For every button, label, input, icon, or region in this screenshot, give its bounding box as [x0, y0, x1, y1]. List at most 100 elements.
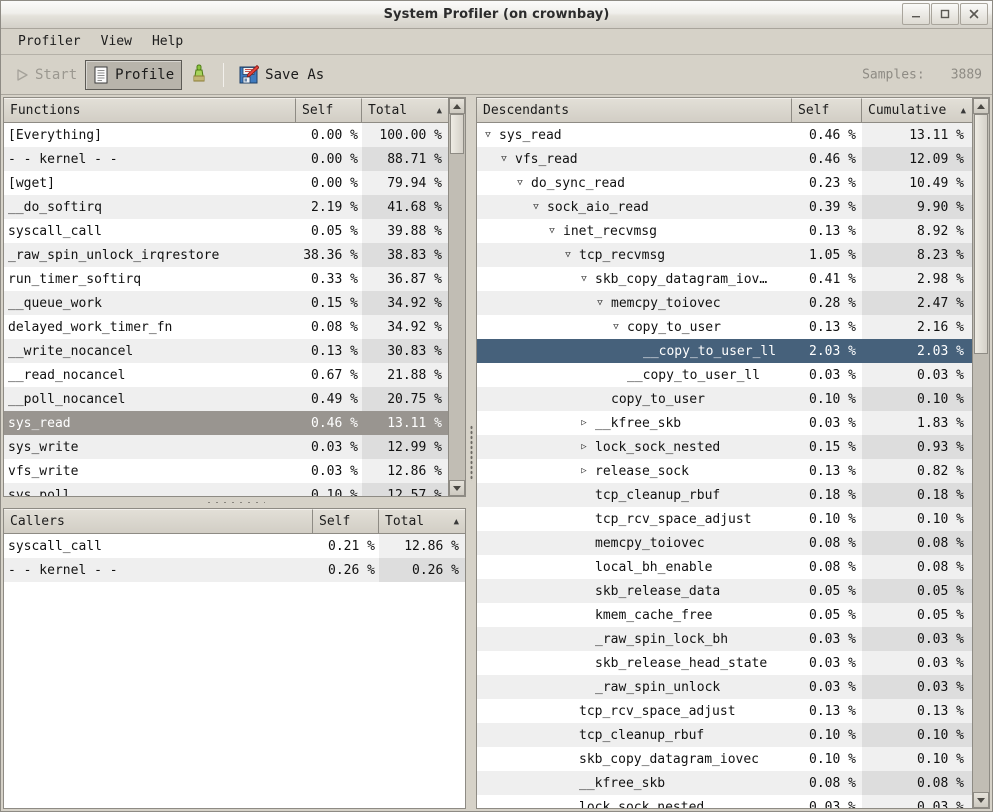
chevron-right-icon[interactable]: ▷ — [577, 467, 591, 476]
tree-row[interactable]: skb_copy_datagram_iovec0.10 %0.10 % — [477, 747, 972, 771]
descendants-column-header-name[interactable]: Descendants — [477, 98, 792, 122]
scroll-down-button[interactable] — [973, 792, 989, 808]
tree-row[interactable]: copy_to_user0.10 %0.10 % — [477, 387, 972, 411]
tree-row[interactable]: ▽inet_recvmsg0.13 %8.92 % — [477, 219, 972, 243]
chevron-right-icon[interactable]: ▷ — [577, 419, 591, 428]
scroll-up-button[interactable] — [973, 98, 989, 114]
table-row[interactable]: __read_nocancel0.67 %21.88 % — [4, 363, 448, 387]
tree-row[interactable]: lock_sock_nested0.03 %0.03 % — [477, 795, 972, 808]
minimize-button[interactable] — [902, 3, 930, 25]
callers-column-header-self[interactable]: Self — [313, 509, 379, 533]
tree-row[interactable]: skb_release_head_state0.03 %0.03 % — [477, 651, 972, 675]
tree-row[interactable]: __kfree_skb0.08 %0.08 % — [477, 771, 972, 795]
tree-row[interactable]: ▽memcpy_toiovec0.28 %2.47 % — [477, 291, 972, 315]
scroll-track[interactable] — [973, 114, 989, 792]
vertical-splitter[interactable] — [466, 97, 476, 809]
title-bar[interactable]: System Profiler (on crownbay) — [1, 1, 992, 29]
clear-button[interactable] — [182, 60, 216, 90]
tree-row[interactable]: ▽tcp_recvmsg1.05 %8.23 % — [477, 243, 972, 267]
descendant-name-cell: ▷lock_sock_nested — [477, 440, 792, 455]
callers-column-header-total[interactable]: Total ▲ — [379, 509, 465, 533]
chevron-down-icon[interactable]: ▽ — [593, 299, 607, 308]
descendant-name-cell: _raw_spin_unlock — [477, 680, 792, 695]
profile-button[interactable]: Profile — [85, 60, 182, 90]
tree-row[interactable]: tcp_rcv_space_adjust0.10 %0.10 % — [477, 507, 972, 531]
tree-row[interactable]: ▽sock_aio_read0.39 %9.90 % — [477, 195, 972, 219]
scroll-thumb[interactable] — [450, 114, 464, 154]
start-button[interactable]: Start — [7, 60, 85, 90]
table-row[interactable]: [Everything]0.00 %100.00 % — [4, 123, 448, 147]
table-row[interactable]: vfs_write0.03 %12.86 % — [4, 459, 448, 483]
functions-treeview[interactable]: Functions Self Total ▲ [Everything]0.00 … — [3, 97, 466, 497]
descendants-column-header-cumulative[interactable]: Cumulative ▲ — [862, 98, 972, 122]
scroll-up-button[interactable] — [449, 98, 465, 114]
table-row[interactable]: __poll_nocancel0.49 %20.75 % — [4, 387, 448, 411]
tree-row[interactable]: ▽sys_read0.46 %13.11 % — [477, 123, 972, 147]
table-row[interactable]: syscall_call0.05 %39.88 % — [4, 219, 448, 243]
horizontal-splitter[interactable] — [3, 497, 466, 508]
menu-view[interactable]: View — [92, 31, 141, 52]
tree-row[interactable]: ▷__kfree_skb0.03 %1.83 % — [477, 411, 972, 435]
tree-row[interactable]: ▷lock_sock_nested0.15 %0.93 % — [477, 435, 972, 459]
menu-profiler[interactable]: Profiler — [9, 31, 90, 52]
chevron-down-icon[interactable]: ▽ — [609, 323, 623, 332]
tree-row[interactable]: tcp_cleanup_rbuf0.18 %0.18 % — [477, 483, 972, 507]
close-button[interactable] — [960, 3, 988, 25]
table-row[interactable]: _raw_spin_unlock_irqrestore38.36 %38.83 … — [4, 243, 448, 267]
tree-row[interactable]: tcp_cleanup_rbuf0.10 %0.10 % — [477, 723, 972, 747]
functions-vertical-scrollbar[interactable] — [448, 98, 465, 496]
maximize-button[interactable] — [931, 3, 959, 25]
tree-row[interactable]: __copy_to_user_ll0.03 %0.03 % — [477, 363, 972, 387]
cumulative-percent-cell: 0.05 % — [862, 603, 972, 627]
descendants-vertical-scrollbar[interactable] — [972, 98, 989, 808]
table-row[interactable]: __write_nocancel0.13 %30.83 % — [4, 339, 448, 363]
table-row[interactable]: sys_poll0.10 %12.57 % — [4, 483, 448, 496]
table-row[interactable]: delayed_work_timer_fn0.08 %34.92 % — [4, 315, 448, 339]
descendant-name: tcp_cleanup_rbuf — [575, 728, 704, 743]
self-percent-cell: 0.08 % — [792, 560, 862, 575]
save-as-button[interactable]: Save As — [231, 60, 332, 90]
table-row[interactable]: run_timer_softirq0.33 %36.87 % — [4, 267, 448, 291]
chevron-down-icon[interactable]: ▽ — [497, 155, 511, 164]
tree-row[interactable]: ▽skb_copy_datagram_iov…0.41 %2.98 % — [477, 267, 972, 291]
menu-help[interactable]: Help — [143, 31, 192, 52]
functions-column-header-self[interactable]: Self — [296, 98, 362, 122]
chevron-down-icon[interactable]: ▽ — [577, 275, 591, 284]
functions-column-header-total[interactable]: Total ▲ — [362, 98, 448, 122]
table-row[interactable]: - - kernel - -0.00 %88.71 % — [4, 147, 448, 171]
scroll-thumb[interactable] — [974, 114, 988, 354]
table-row[interactable]: __do_softirq2.19 %41.68 % — [4, 195, 448, 219]
tree-row[interactable]: ▽vfs_read0.46 %12.09 % — [477, 147, 972, 171]
chevron-down-icon[interactable]: ▽ — [529, 203, 543, 212]
chevron-down-icon[interactable]: ▽ — [561, 251, 575, 260]
table-row[interactable]: sys_write0.03 %12.99 % — [4, 435, 448, 459]
chevron-down-icon[interactable]: ▽ — [545, 227, 559, 236]
tree-row[interactable]: _raw_spin_unlock0.03 %0.03 % — [477, 675, 972, 699]
tree-row[interactable]: ▽do_sync_read0.23 %10.49 % — [477, 171, 972, 195]
tree-row[interactable]: __copy_to_user_ll2.03 %2.03 % — [477, 339, 972, 363]
scroll-track[interactable] — [449, 114, 465, 480]
table-row[interactable]: syscall_call0.21 %12.86 % — [4, 534, 465, 558]
tree-row[interactable]: skb_release_data0.05 %0.05 % — [477, 579, 972, 603]
table-row[interactable]: __queue_work0.15 %34.92 % — [4, 291, 448, 315]
tree-row[interactable]: memcpy_toiovec0.08 %0.08 % — [477, 531, 972, 555]
callers-column-header-name[interactable]: Callers — [4, 509, 313, 533]
table-row[interactable]: sys_read0.46 %13.11 % — [4, 411, 448, 435]
scroll-down-button[interactable] — [449, 480, 465, 496]
tree-row[interactable]: local_bh_enable0.08 %0.08 % — [477, 555, 972, 579]
cumulative-percent-cell: 0.08 % — [862, 531, 972, 555]
tree-row[interactable]: ▽copy_to_user0.13 %2.16 % — [477, 315, 972, 339]
descendants-column-header-self[interactable]: Self — [792, 98, 862, 122]
table-row[interactable]: [wget]0.00 %79.94 % — [4, 171, 448, 195]
callers-treeview[interactable]: Callers Self Total ▲ syscall_call0.21 %1… — [3, 508, 466, 809]
descendants-treeview[interactable]: Descendants Self Cumulative ▲ ▽sys_read0… — [476, 97, 990, 809]
tree-row[interactable]: _raw_spin_lock_bh0.03 %0.03 % — [477, 627, 972, 651]
tree-row[interactable]: tcp_rcv_space_adjust0.13 %0.13 % — [477, 699, 972, 723]
chevron-down-icon[interactable]: ▽ — [481, 131, 495, 140]
chevron-down-icon[interactable]: ▽ — [513, 179, 527, 188]
functions-column-header-name[interactable]: Functions — [4, 98, 296, 122]
tree-row[interactable]: kmem_cache_free0.05 %0.05 % — [477, 603, 972, 627]
tree-row[interactable]: ▷release_sock0.13 %0.82 % — [477, 459, 972, 483]
table-row[interactable]: - - kernel - -0.26 %0.26 % — [4, 558, 465, 582]
chevron-right-icon[interactable]: ▷ — [577, 443, 591, 452]
